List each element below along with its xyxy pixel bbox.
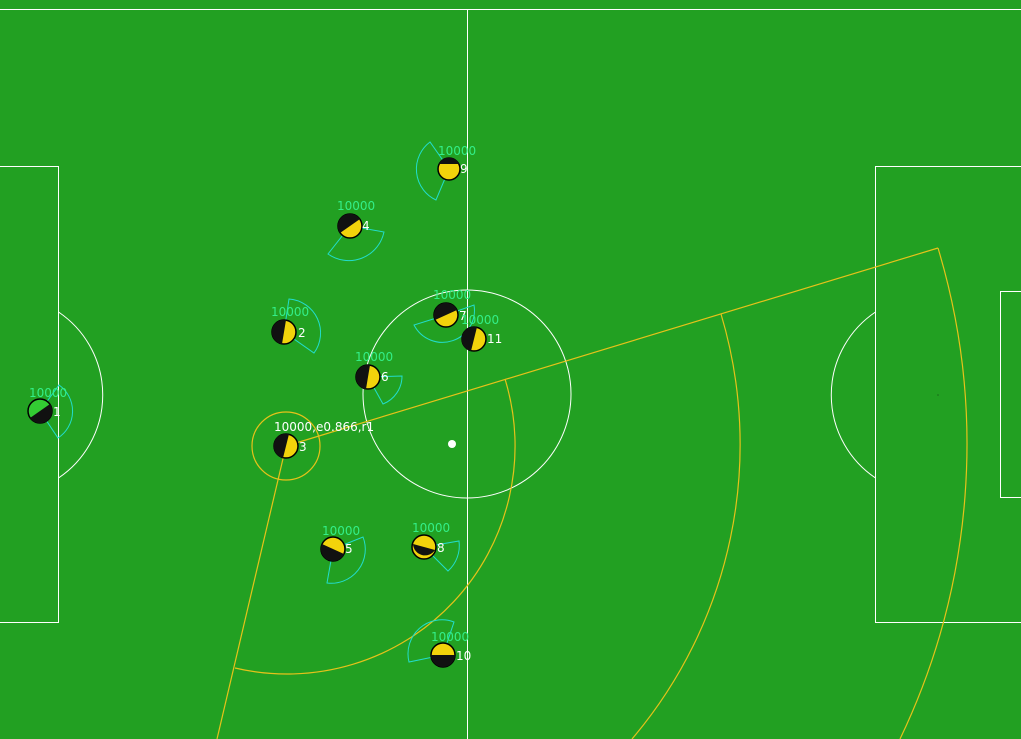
player-number-label: 8 xyxy=(437,541,445,555)
player-stamina-label: 10000 xyxy=(438,144,476,158)
player-number-label: 4 xyxy=(362,219,370,233)
soccer-field: 10000 1 10000 2 10000,e0.866,r1 3 10000 … xyxy=(0,0,1021,739)
player-stamina-label: 10000 xyxy=(271,305,309,319)
right-field-marker xyxy=(937,394,939,396)
player-stamina-label: 10000 xyxy=(337,199,375,213)
player-stamina-label: 10000 xyxy=(29,386,67,400)
player-number-label: 9 xyxy=(460,162,468,176)
player-stamina-label: 10000 xyxy=(431,630,469,644)
player-stamina-label: 10000 xyxy=(322,524,360,538)
player-11[interactable]: 10000 11 xyxy=(461,313,502,352)
player-stamina-label: 10000 xyxy=(433,288,471,302)
player-stamina-label: 10000 xyxy=(412,521,450,535)
player-number-label: 6 xyxy=(381,370,389,384)
player-number-label: 11 xyxy=(487,332,502,346)
player-status-label: 10000,e0.866,r1 xyxy=(274,420,374,434)
player-number-label: 10 xyxy=(456,649,471,663)
player-number-label: 1 xyxy=(53,405,61,419)
player-number-label: 2 xyxy=(298,326,306,340)
player-stamina-label: 10000 xyxy=(355,350,393,364)
player-stamina-label: 10000 xyxy=(461,313,499,327)
player-number-label: 3 xyxy=(299,440,307,454)
player-number-label: 5 xyxy=(345,542,353,556)
pitch-background xyxy=(0,0,1021,739)
ball[interactable] xyxy=(448,440,456,448)
